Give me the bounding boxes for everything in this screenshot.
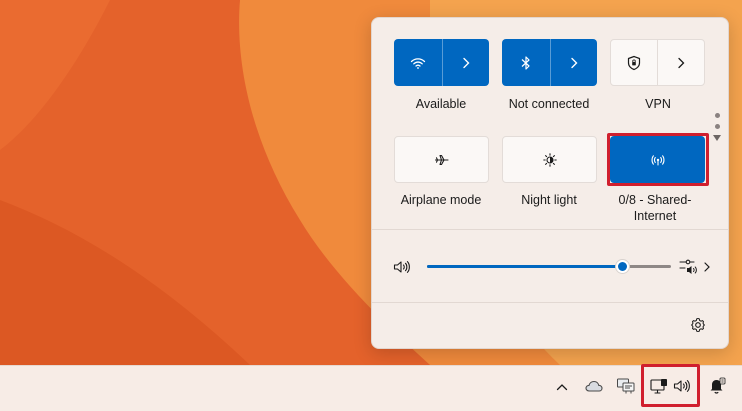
night-light-label: Night light [521, 193, 577, 207]
brightness-icon [542, 152, 557, 167]
vpn-tile[interactable] [610, 39, 705, 86]
notification-icon [710, 377, 726, 394]
chevron-right-icon [463, 57, 470, 68]
wifi-toggle[interactable] [394, 39, 442, 86]
wifi-icon [410, 57, 426, 69]
chevron-up-icon [556, 384, 568, 391]
hotspot-highlight-box [607, 133, 709, 186]
chevron-right-icon [678, 57, 685, 68]
wifi-tile[interactable] [394, 39, 489, 86]
sound-mixer-icon [679, 259, 697, 274]
wifi-expand-button[interactable] [443, 39, 489, 86]
settings-button[interactable] [690, 317, 706, 338]
chevron-right-icon [704, 262, 710, 272]
night-light-tile[interactable] [502, 136, 597, 183]
bluetooth-label: Not connected [508, 97, 590, 111]
mute-button[interactable] [393, 259, 411, 280]
onedrive-cloud-icon [585, 380, 603, 392]
bluetooth-expand-button[interactable] [551, 39, 597, 86]
network-adapter-icon [617, 378, 635, 394]
network-adapter-tray-button[interactable] [615, 376, 637, 396]
airplane-mode-tile[interactable] [394, 136, 489, 183]
tray-highlight-box [641, 364, 700, 407]
sound-output-button[interactable] [679, 258, 711, 276]
shield-icon [627, 55, 641, 70]
next-page-arrow-icon[interactable] [713, 135, 721, 141]
bluetooth-tile[interactable] [502, 39, 597, 86]
bluetooth-icon [521, 55, 530, 70]
page-dot[interactable] [714, 124, 720, 129]
vpn-toggle[interactable] [611, 40, 657, 85]
speaker-icon [393, 261, 410, 273]
vpn-label: VPN [645, 97, 671, 111]
notification-center-button[interactable] [707, 376, 727, 396]
volume-slider-thumb[interactable] [615, 259, 630, 274]
onedrive-tray-button[interactable] [584, 378, 604, 394]
page-dot[interactable] [714, 113, 720, 118]
chevron-right-icon [571, 57, 578, 68]
volume-slider-track[interactable] [427, 265, 671, 268]
show-hidden-icons-button[interactable] [554, 379, 570, 395]
airplane-mode-label: Airplane mode [400, 193, 482, 207]
volume-slider-fill [427, 265, 622, 268]
divider [372, 302, 728, 303]
mobile-hotspot-label: 0/8 - Shared-Internet [618, 193, 692, 223]
airplane-icon [434, 154, 449, 165]
page-indicator[interactable] [713, 113, 721, 141]
bluetooth-toggle[interactable] [502, 39, 550, 86]
vpn-expand-button[interactable] [658, 40, 704, 85]
divider [372, 229, 728, 230]
gear-icon [691, 318, 705, 332]
wifi-label: Available [415, 97, 467, 111]
